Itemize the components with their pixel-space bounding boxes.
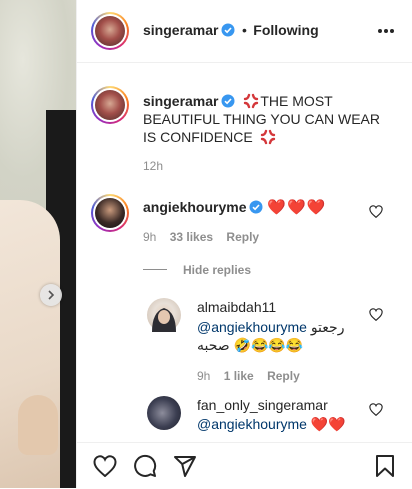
author-avatar[interactable] [91,12,129,50]
avatar-figure [152,308,176,332]
comment-time[interactable]: 9h [143,230,156,244]
reply-heart-icon[interactable] [369,308,383,321]
next-photo-button[interactable] [40,284,62,306]
caption-time[interactable]: 12h [143,159,163,173]
author-username[interactable]: singeramar [143,22,218,38]
comment-username[interactable]: angiekhouryme [143,199,246,215]
comment-likes[interactable]: 33 likes [170,230,213,244]
photo-hand [18,395,58,455]
post-photo[interactable] [0,0,76,488]
comment-text: ❤️❤️❤️ [267,199,327,216]
caption-avatar[interactable] [91,86,129,124]
reply-time[interactable]: 9h [197,369,210,383]
replies-divider [143,269,167,270]
comment-meta: 9h 33 likes Reply [143,230,259,244]
anger-symbol-icon [244,93,259,109]
chevron-right-icon [48,290,55,300]
verified-badge-icon [249,200,263,214]
reply-body: @angiekhouryme ❤️❤️ [197,415,346,433]
post-actions-bar [77,442,412,489]
reply-username[interactable]: almaibdah11 [197,298,276,316]
reply-avatar[interactable] [147,396,181,430]
reply-heart-icon[interactable] [369,403,383,416]
bookmark-icon[interactable] [375,454,395,478]
anger-symbol-icon [260,129,275,145]
verified-badge-icon [221,94,235,108]
caption-username[interactable]: singeramar [143,93,218,109]
reply-reply-button[interactable]: Reply [267,369,300,383]
paper-plane-icon[interactable] [173,454,197,478]
following-button[interactable]: Following [253,22,318,38]
comment-reply-button[interactable]: Reply [226,230,259,244]
reply-text: ❤️❤️ [310,416,346,432]
reply-username[interactable]: fan_only_singeramar [197,396,328,414]
reply-mention[interactable]: @angiekhouryme [197,416,307,432]
reply-emojis: 🤣😂😂😂 [233,337,304,353]
post-header: singeramar • Following [77,0,412,63]
reply-likes[interactable]: 1 like [224,369,254,383]
comment-icon[interactable] [133,454,157,478]
reply-mention[interactable]: @angiekhouryme [197,319,307,335]
reply-avatar[interactable] [147,298,181,332]
commenter-avatar[interactable] [91,194,129,232]
comment: angiekhouryme ❤️❤️❤️ [143,198,326,217]
header-separator: • [241,22,247,38]
header-title-row: singeramar • Following [143,22,319,40]
reply-body: @angiekhouryme رجعتو صحبه 🤣😂😂😂 [197,318,357,354]
heart-icon[interactable] [93,455,117,477]
post-details-panel: singeramar • Following singeramar THE MO… [76,0,412,489]
comment-heart-icon[interactable] [369,205,383,218]
hide-replies-button[interactable]: Hide replies [183,263,251,277]
reply-meta: 9h 1 like Reply [197,369,300,383]
verified-badge-icon [221,23,235,37]
more-horizontal-icon[interactable] [377,28,395,34]
caption: singeramar THE MOST BEAUTIFUL THING YOU … [143,92,397,146]
